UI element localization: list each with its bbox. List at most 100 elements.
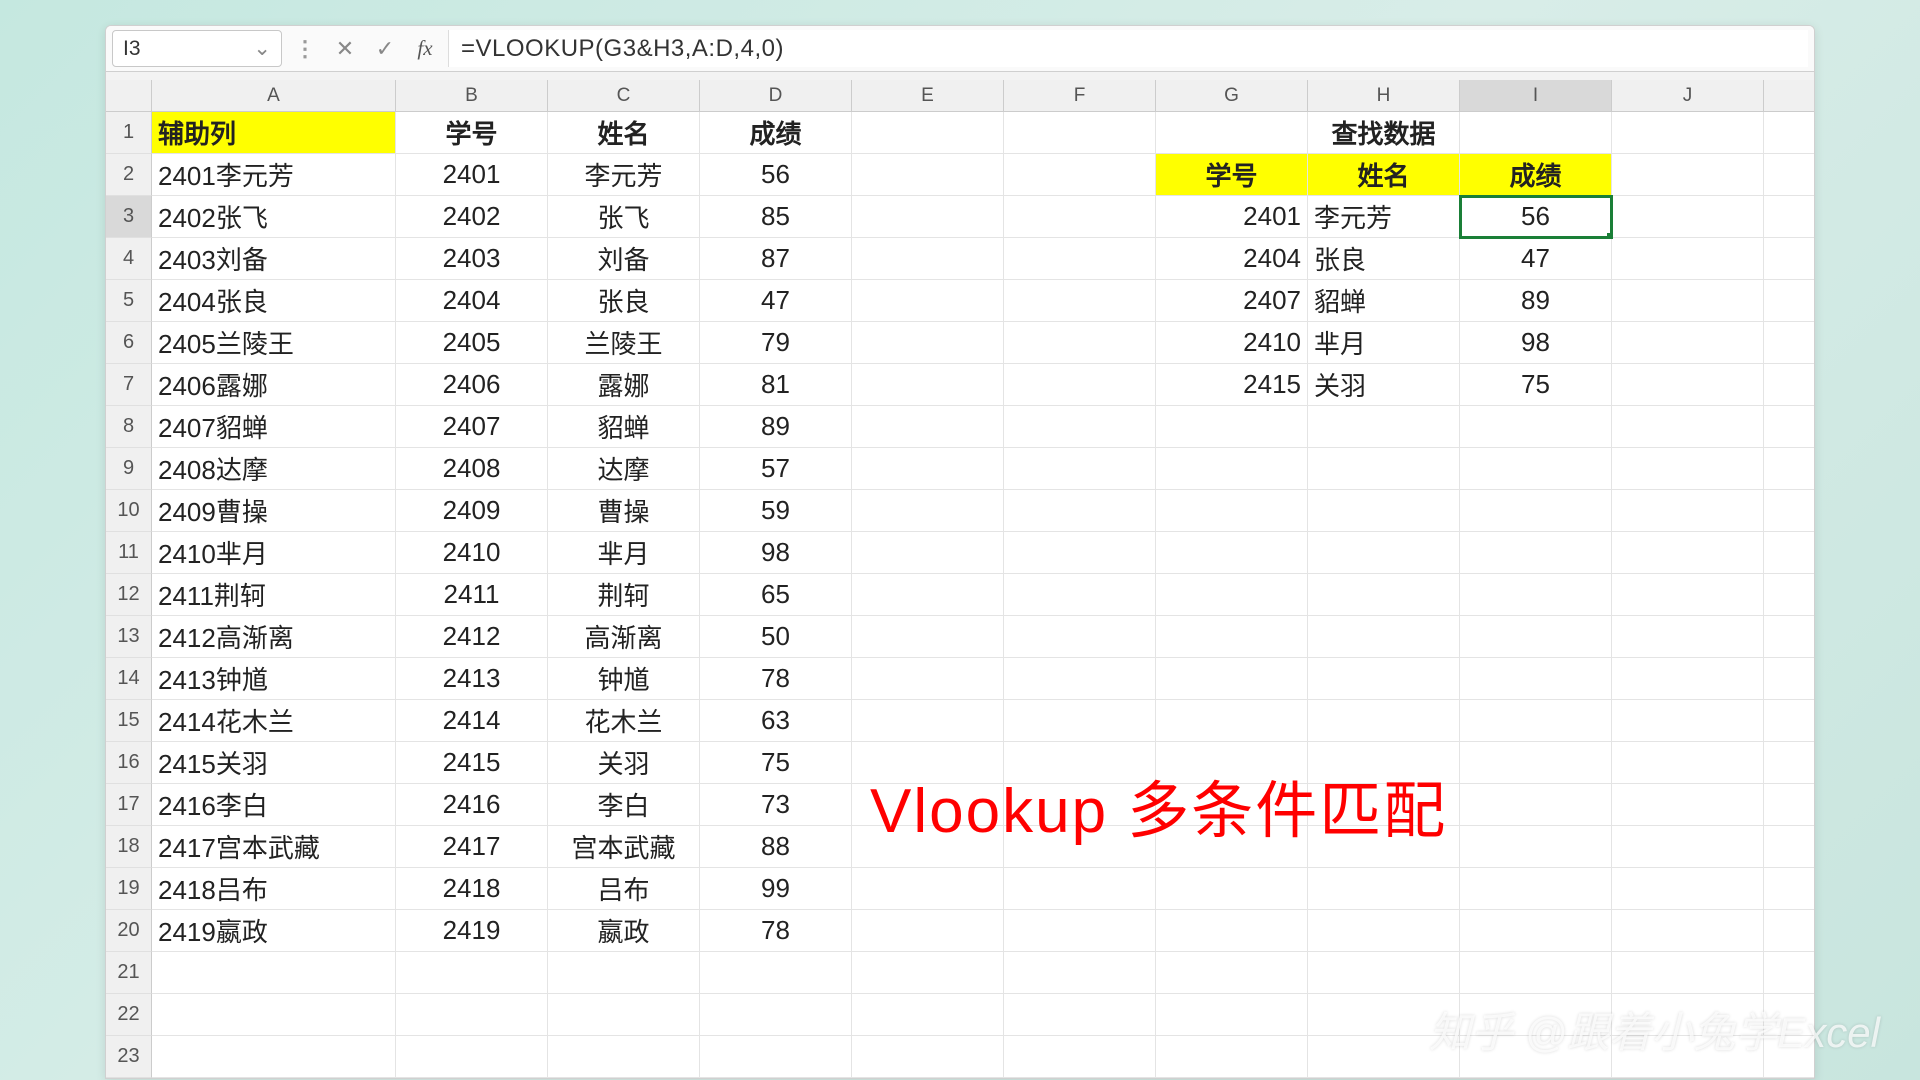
cell-K15[interactable] (1764, 700, 1815, 742)
cell-C8[interactable]: 貂蝉 (548, 406, 700, 448)
cell-I6[interactable]: 98 (1460, 322, 1612, 364)
cell-C16[interactable]: 关羽 (548, 742, 700, 784)
cell-C19[interactable]: 吕布 (548, 868, 700, 910)
cell-A22[interactable] (152, 994, 396, 1036)
cell-I1[interactable] (1460, 112, 1612, 154)
cell-F14[interactable] (1004, 658, 1156, 700)
cell-G17[interactable] (1156, 784, 1308, 826)
cell-D1[interactable]: 成绩 (700, 112, 852, 154)
cell-B18[interactable]: 2417 (396, 826, 548, 868)
cell-A16[interactable]: 2415关羽 (152, 742, 396, 784)
cell-K20[interactable] (1764, 910, 1815, 952)
cell-K11[interactable] (1764, 532, 1815, 574)
cell-G20[interactable] (1156, 910, 1308, 952)
cell-D2[interactable]: 56 (700, 154, 852, 196)
cell-J22[interactable] (1612, 994, 1764, 1036)
cell-A21[interactable] (152, 952, 396, 994)
cell-I16[interactable] (1460, 742, 1612, 784)
cell-J10[interactable] (1612, 490, 1764, 532)
cell-B9[interactable]: 2408 (396, 448, 548, 490)
cell-I9[interactable] (1460, 448, 1612, 490)
cell-K16[interactable] (1764, 742, 1815, 784)
cell-E22[interactable] (852, 994, 1004, 1036)
cell-I15[interactable] (1460, 700, 1612, 742)
cell-I18[interactable] (1460, 826, 1612, 868)
cell-E14[interactable] (852, 658, 1004, 700)
column-header[interactable]: A (152, 80, 396, 111)
cell-B22[interactable] (396, 994, 548, 1036)
cell-G9[interactable] (1156, 448, 1308, 490)
cell-H23[interactable] (1308, 1036, 1460, 1078)
cell-H15[interactable] (1308, 700, 1460, 742)
cell-B13[interactable]: 2412 (396, 616, 548, 658)
cell-J19[interactable] (1612, 868, 1764, 910)
cell-B1[interactable]: 学号 (396, 112, 548, 154)
row-header[interactable]: 16 (106, 742, 152, 784)
cell-D21[interactable] (700, 952, 852, 994)
cell-I13[interactable] (1460, 616, 1612, 658)
row-header[interactable]: 17 (106, 784, 152, 826)
cell-I20[interactable] (1460, 910, 1612, 952)
cell-K17[interactable] (1764, 784, 1815, 826)
cancel-formula-button[interactable]: ✕ (328, 30, 362, 67)
cell-F15[interactable] (1004, 700, 1156, 742)
row-header[interactable]: 11 (106, 532, 152, 574)
cell-C7[interactable]: 露娜 (548, 364, 700, 406)
cell-G3[interactable]: 2401 (1156, 196, 1308, 238)
cell-B21[interactable] (396, 952, 548, 994)
cell-C5[interactable]: 张良 (548, 280, 700, 322)
cell-K3[interactable] (1764, 196, 1815, 238)
cell-B8[interactable]: 2407 (396, 406, 548, 448)
row-header[interactable]: 6 (106, 322, 152, 364)
cell-C21[interactable] (548, 952, 700, 994)
cell-B3[interactable]: 2402 (396, 196, 548, 238)
cell-E8[interactable] (852, 406, 1004, 448)
cell-H20[interactable] (1308, 910, 1460, 952)
cell-K21[interactable] (1764, 952, 1815, 994)
cell-I11[interactable] (1460, 532, 1612, 574)
cell-J16[interactable] (1612, 742, 1764, 784)
cell-H7[interactable]: 关羽 (1308, 364, 1460, 406)
cell-K13[interactable] (1764, 616, 1815, 658)
cell-D17[interactable]: 73 (700, 784, 852, 826)
cell-G15[interactable] (1156, 700, 1308, 742)
cell-K1[interactable] (1764, 112, 1815, 154)
cell-A2[interactable]: 2401李元芳 (152, 154, 396, 196)
cell-H8[interactable] (1308, 406, 1460, 448)
cell-F7[interactable] (1004, 364, 1156, 406)
cell-D9[interactable]: 57 (700, 448, 852, 490)
cell-G6[interactable]: 2410 (1156, 322, 1308, 364)
cell-E21[interactable] (852, 952, 1004, 994)
column-header[interactable]: C (548, 80, 700, 111)
cell-A12[interactable]: 2411荆轲 (152, 574, 396, 616)
cell-G1[interactable] (1156, 112, 1308, 154)
fx-icon[interactable]: fx (408, 30, 442, 67)
cell-D6[interactable]: 79 (700, 322, 852, 364)
cell-F19[interactable] (1004, 868, 1156, 910)
cell-E17[interactable] (852, 784, 1004, 826)
cell-H19[interactable] (1308, 868, 1460, 910)
cell-E6[interactable] (852, 322, 1004, 364)
cell-I19[interactable] (1460, 868, 1612, 910)
cell-B14[interactable]: 2413 (396, 658, 548, 700)
cell-C11[interactable]: 芈月 (548, 532, 700, 574)
cell-B12[interactable]: 2411 (396, 574, 548, 616)
cell-D23[interactable] (700, 1036, 852, 1078)
cell-J13[interactable] (1612, 616, 1764, 658)
cell-A4[interactable]: 2403刘备 (152, 238, 396, 280)
row-header[interactable]: 15 (106, 700, 152, 742)
column-header[interactable]: G (1156, 80, 1308, 111)
cell-K6[interactable] (1764, 322, 1815, 364)
cell-A11[interactable]: 2410芈月 (152, 532, 396, 574)
cell-A14[interactable]: 2413钟馗 (152, 658, 396, 700)
cell-D19[interactable]: 99 (700, 868, 852, 910)
column-header[interactable]: F (1004, 80, 1156, 111)
cell-F16[interactable] (1004, 742, 1156, 784)
cell-G18[interactable] (1156, 826, 1308, 868)
cell-H16[interactable] (1308, 742, 1460, 784)
cell-A10[interactable]: 2409曹操 (152, 490, 396, 532)
formula-input[interactable]: =VLOOKUP(G3&H3,A:D,4,0) (448, 30, 1808, 67)
cell-J17[interactable] (1612, 784, 1764, 826)
confirm-formula-button[interactable]: ✓ (368, 30, 402, 67)
cell-A1[interactable]: 辅助列 (152, 112, 396, 154)
